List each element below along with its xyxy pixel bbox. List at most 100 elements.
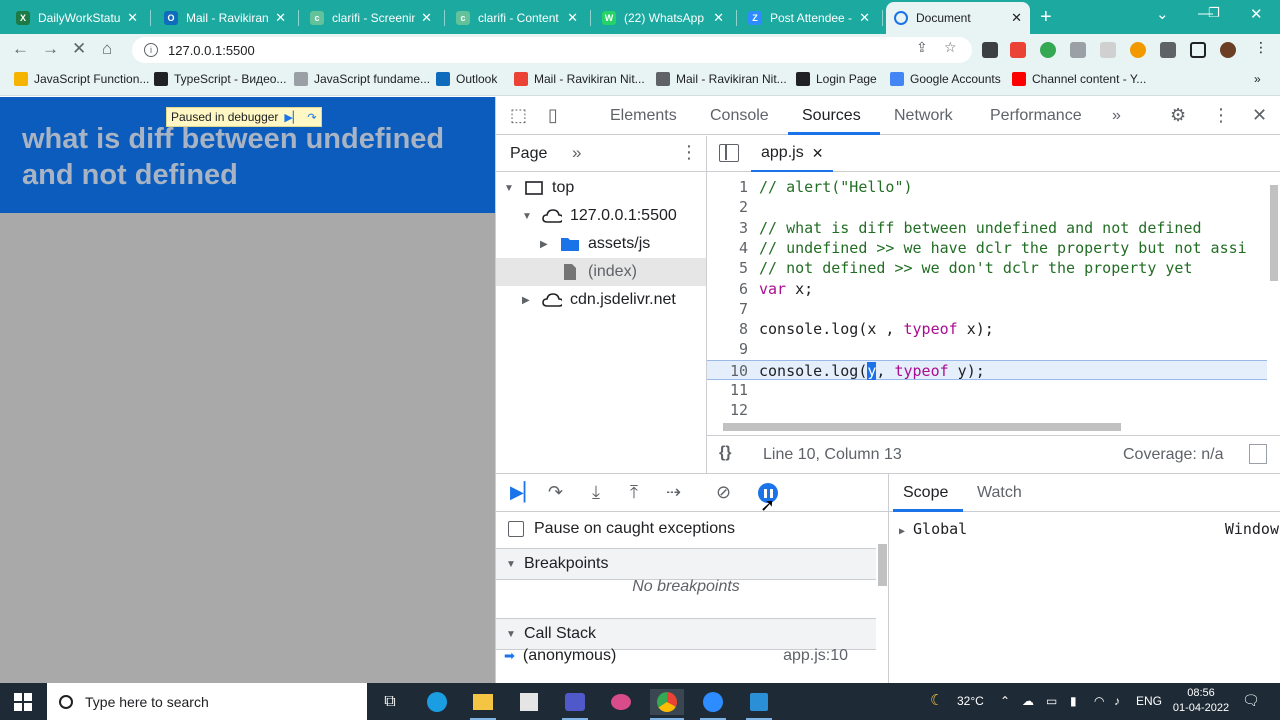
new-tab-button[interactable]: + (1040, 6, 1052, 29)
device-toolbar-icon[interactable]: ▯ (548, 105, 558, 126)
tab-performance[interactable]: Performance (990, 107, 1082, 125)
tab-network[interactable]: Network (894, 107, 953, 125)
extension-icon[interactable] (1100, 42, 1116, 58)
onedrive-icon[interactable]: ☁ (1022, 694, 1034, 708)
vscode-icon[interactable] (746, 689, 772, 715)
address-bar[interactable]: i 127.0.0.1:5500 (132, 37, 972, 63)
weather-temp[interactable]: 32°C (957, 694, 984, 708)
triangle-down-icon[interactable]: ▼ (522, 211, 534, 222)
extension-icon[interactable] (1130, 42, 1146, 58)
puzzle-icon[interactable] (1160, 42, 1176, 58)
step-over-icon[interactable]: ↷ (307, 111, 316, 124)
line-number[interactable]: 12 (707, 400, 759, 417)
zoom-icon[interactable] (700, 689, 726, 715)
task-view-icon[interactable]: ⧉ (377, 689, 403, 715)
bookmark-item[interactable]: Mail - Ravikiran Nit... (656, 72, 787, 86)
teams-icon[interactable] (562, 689, 588, 715)
bookmark-item[interactable]: Outlook (436, 72, 497, 86)
extension-icon[interactable] (1010, 42, 1026, 58)
close-tab-icon[interactable]: ✕ (127, 10, 138, 26)
home-icon[interactable]: ⌂ (102, 39, 112, 59)
resume-icon[interactable]: ▶▏ (510, 482, 538, 503)
side-panel-icon[interactable] (1190, 42, 1206, 58)
line-number[interactable]: 8 (707, 319, 759, 339)
vertical-scrollbar[interactable] (1267, 173, 1280, 417)
line-number[interactable]: 5 (707, 258, 759, 278)
extension-icon[interactable] (982, 42, 998, 58)
code-line[interactable]: 7 (707, 299, 1267, 319)
pretty-print-button[interactable]: {} (719, 444, 731, 462)
browser-tab[interactable]: c clarifi - Content ✕ (448, 4, 586, 32)
bookmark-item[interactable]: Channel content - Y... (1012, 72, 1146, 86)
line-number[interactable]: 7 (707, 299, 759, 319)
reload-icon[interactable]: ✕ (72, 39, 86, 59)
tree-item[interactable]: ▶ assets/js (496, 230, 706, 258)
coverage-icon[interactable] (1249, 444, 1267, 464)
avatar[interactable] (1220, 42, 1236, 58)
kebab-menu-icon[interactable]: ⋮ (1212, 105, 1230, 126)
line-number[interactable]: 3 (707, 218, 759, 238)
notifications-icon[interactable]: 🗨 (1242, 692, 1260, 709)
line-number[interactable]: 11 (707, 380, 759, 400)
horizontal-scrollbar[interactable] (707, 419, 1267, 433)
browser-tab[interactable]: W (22) WhatsApp ✕ (594, 4, 732, 32)
checkbox[interactable] (508, 521, 524, 537)
close-tab-icon[interactable]: ✕ (421, 10, 432, 26)
tree-item[interactable]: ▶ cdn.jsdelivr.net (496, 286, 706, 314)
back-icon[interactable]: ← (12, 39, 29, 59)
line-number[interactable]: 6 (707, 279, 759, 299)
browser-tab[interactable]: c clarifi - Screenin ✕ (302, 4, 440, 32)
tree-item[interactable]: (index) (496, 258, 706, 286)
snipping-tool-icon[interactable] (608, 689, 634, 715)
store-icon[interactable] (516, 689, 542, 715)
tab-page[interactable]: Page (510, 145, 547, 163)
browser-tab[interactable]: Document ✕ (886, 2, 1030, 34)
bookmarks-more-icon[interactable]: » (1254, 72, 1261, 86)
line-number[interactable]: 1 (707, 177, 759, 197)
step-out-icon[interactable]: ⤒ (630, 482, 638, 503)
close-tab-icon[interactable]: ✕ (1011, 10, 1022, 26)
triangle-down-icon[interactable]: ▼ (504, 183, 516, 194)
close-tab-icon[interactable]: ✕ (812, 145, 824, 162)
wifi-icon[interactable]: ◠ (1094, 694, 1104, 708)
tab-console[interactable]: Console (710, 107, 769, 125)
volume-icon[interactable]: ♪ (1114, 694, 1120, 708)
extension-icon[interactable] (1040, 42, 1056, 58)
code-area[interactable]: 1// alert("Hello") 2 3// what is diff betw… (707, 173, 1267, 417)
browser-tab[interactable]: O Mail - Ravikiran ✕ (156, 4, 294, 32)
code-line[interactable]: 11 (707, 380, 1267, 400)
call-frame-location[interactable]: app.js:10 (783, 647, 848, 665)
deactivate-breakpoints-icon[interactable]: ⊘ (716, 482, 731, 503)
code-line[interactable]: 4// undefined >> we have dclr the proper… (707, 238, 1267, 258)
breakpoints-section-header[interactable]: ▼ Breakpoints (496, 548, 876, 580)
network-status-icon[interactable]: ▭ (1046, 694, 1057, 708)
bookmark-item[interactable]: JavaScript Function... (14, 72, 149, 86)
kebab-menu-icon[interactable]: ⋮ (1254, 39, 1268, 56)
tree-item[interactable]: ▼ 127.0.0.1:5500 (496, 202, 706, 230)
code-line[interactable]: 8 console.log(x , typeof x); (707, 319, 1267, 339)
extension-icon[interactable] (1070, 42, 1086, 58)
line-number[interactable]: 10 (707, 361, 759, 381)
kebab-menu-icon[interactable]: ⋮ (680, 142, 698, 163)
close-tab-icon[interactable]: ✕ (713, 10, 724, 26)
toggle-navigator-icon[interactable] (719, 144, 739, 162)
resume-icon[interactable]: ▶▏ (284, 111, 301, 124)
line-number[interactable]: 4 (707, 238, 759, 258)
tree-item[interactable]: ▼ top (496, 174, 706, 202)
more-navigator-tabs-icon[interactable]: » (572, 143, 581, 163)
sidebar-scrollbar[interactable] (876, 512, 889, 684)
step-icon[interactable]: ⇢ (666, 482, 681, 503)
close-tab-icon[interactable]: ✕ (859, 10, 870, 26)
bookmark-item[interactable]: Mail - Ravikiran Nit... (514, 72, 645, 86)
tab-sources[interactable]: Sources (802, 107, 861, 125)
chrome-icon[interactable] (650, 689, 684, 715)
scope-global-row[interactable]: ▶ Global Window (899, 520, 1279, 538)
taskbar-search[interactable]: Type here to search (47, 683, 367, 720)
gear-icon[interactable]: ⚙ (1170, 105, 1186, 126)
chevron-down-icon[interactable]: ⌄ (1156, 5, 1169, 23)
triangle-right-icon[interactable]: ▶ (522, 295, 534, 306)
share-icon[interactable]: ⇪ (916, 39, 928, 56)
browser-tab[interactable]: Z Post Attendee - ✕ (740, 4, 878, 32)
clock[interactable]: 08:56 01-04-2022 (1170, 686, 1232, 716)
forward-icon[interactable]: → (42, 39, 59, 59)
